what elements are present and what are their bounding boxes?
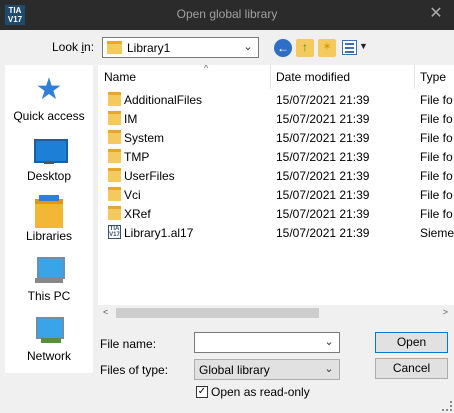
- new-folder-icon[interactable]: ✶: [318, 39, 336, 57]
- desktop-icon: [33, 135, 68, 165]
- star-icon: ★: [35, 73, 63, 106]
- horizontal-scrollbar[interactable]: < >: [98, 305, 454, 322]
- file-date: 15/07/2021 21:39: [276, 169, 370, 183]
- file-name: TMP: [124, 150, 150, 164]
- file-row[interactable]: IM 15/07/2021 21:39 File fo: [98, 109, 454, 128]
- file-list[interactable]: ^ Name Date modified Type AdditionalFile…: [98, 65, 454, 321]
- file-type: File fo: [420, 188, 453, 202]
- look-in-value: Library1: [127, 41, 171, 55]
- folder-icon: [107, 41, 122, 54]
- column-divider[interactable]: [414, 65, 415, 89]
- up-folder-icon[interactable]: ↑: [296, 39, 314, 57]
- open-button[interactable]: Open: [375, 332, 448, 353]
- title-bar: TIA V17 Open global library ✕: [0, 0, 454, 30]
- folder-icon: [108, 187, 121, 201]
- tia-library-file-icon: TIA V17: [108, 225, 121, 239]
- place-label: Desktop: [26, 169, 72, 183]
- file-row[interactable]: AdditionalFiles 15/07/2021 21:39 File fo: [98, 90, 454, 109]
- places-bar: ★ Quick access Desktop Libraries This PC…: [5, 65, 93, 373]
- scrollbar-thumb[interactable]: [116, 308, 319, 318]
- file-name-input[interactable]: ⌄: [194, 332, 340, 353]
- cancel-button[interactable]: Cancel: [375, 358, 448, 379]
- window-title: Open global library: [176, 7, 278, 21]
- file-type: File fo: [420, 93, 453, 107]
- file-name: Vci: [124, 188, 141, 202]
- folder-icon: [108, 168, 121, 182]
- file-type: File fo: [420, 112, 453, 126]
- place-label: Network: [26, 349, 71, 363]
- file-type: File fo: [420, 150, 453, 164]
- place-label: This PC: [27, 289, 71, 303]
- file-type: File fo: [420, 207, 453, 221]
- file-type-label: Files of type:: [100, 363, 169, 377]
- read-only-label[interactable]: Open as read-only: [211, 385, 310, 399]
- look-in-dropdown[interactable]: Library1 ⌄: [102, 37, 259, 58]
- file-type: File fo: [420, 131, 453, 145]
- resize-grip[interactable]: [442, 401, 452, 411]
- file-date: 15/07/2021 21:39: [276, 112, 370, 126]
- file-name: XRef: [124, 207, 151, 221]
- column-header-name[interactable]: Name: [104, 65, 274, 89]
- file-type-value: Global library: [199, 363, 270, 377]
- close-icon[interactable]: ✕: [426, 4, 446, 24]
- network-icon: [33, 315, 65, 345]
- folder-icon: [108, 111, 121, 125]
- folder-icon: [108, 92, 121, 106]
- file-date: 15/07/2021 21:39: [276, 93, 370, 107]
- file-date: 15/07/2021 21:39: [276, 150, 370, 164]
- file-date: 15/07/2021 21:39: [276, 207, 370, 221]
- place-label: Quick access: [13, 109, 85, 123]
- back-arrow-icon[interactable]: ←: [274, 39, 292, 57]
- file-type-dropdown[interactable]: Global library ⌄: [194, 359, 340, 380]
- file-name: UserFiles: [124, 169, 175, 183]
- libraries-icon: [33, 195, 65, 228]
- file-row[interactable]: TMP 15/07/2021 21:39 File fo: [98, 147, 454, 166]
- chevron-down-icon: ⌄: [324, 363, 334, 375]
- place-network[interactable]: Network: [5, 315, 93, 363]
- column-divider[interactable]: [270, 65, 271, 89]
- open-library-dialog: TIA V17 Open global library ✕ Look in: Li…: [0, 0, 454, 413]
- file-row[interactable]: XRef 15/07/2021 21:39 File fo: [98, 204, 454, 223]
- column-header-date[interactable]: Date modified: [276, 65, 416, 89]
- folder-icon: [108, 149, 121, 163]
- view-menu-icon[interactable]: ▼: [342, 39, 368, 57]
- file-name: System: [124, 131, 165, 145]
- computer-icon: [33, 255, 65, 285]
- chevron-down-icon: ⌄: [243, 41, 253, 53]
- chevron-down-icon: ▼: [359, 41, 368, 51]
- file-type: Siemen: [420, 226, 454, 240]
- file-name-label: File name:: [100, 337, 157, 351]
- file-row[interactable]: UserFiles 15/07/2021 21:39 File fo: [98, 166, 454, 185]
- look-in-label: Look in:: [52, 40, 95, 54]
- file-name: AdditionalFiles: [124, 93, 203, 107]
- file-type: File fo: [420, 169, 453, 183]
- place-quick-access[interactable]: ★ Quick access: [5, 73, 93, 124]
- place-libraries[interactable]: Libraries: [5, 195, 93, 243]
- file-date: 15/07/2021 21:39: [276, 226, 370, 240]
- view-grid-icon: [342, 40, 357, 55]
- file-row[interactable]: System 15/07/2021 21:39 File fo: [98, 128, 454, 147]
- file-name: IM: [124, 112, 138, 126]
- chevron-down-icon[interactable]: ⌄: [322, 335, 336, 349]
- scroll-right-icon[interactable]: >: [443, 307, 448, 317]
- folder-icon: [108, 130, 121, 144]
- column-header-type[interactable]: Type: [420, 65, 454, 89]
- place-label: Libraries: [25, 229, 73, 243]
- place-desktop[interactable]: Desktop: [5, 135, 93, 183]
- file-name: Library1.al17: [124, 226, 194, 240]
- file-row[interactable]: TIA V17 Library1.al17 15/07/2021 21:39 Si…: [98, 223, 454, 242]
- file-date: 15/07/2021 21:39: [276, 131, 370, 145]
- place-this-pc[interactable]: This PC: [5, 255, 93, 303]
- file-row[interactable]: Vci 15/07/2021 21:39 File fo: [98, 185, 454, 204]
- file-date: 15/07/2021 21:39: [276, 188, 370, 202]
- folder-icon: [108, 206, 121, 220]
- read-only-checkbox[interactable]: ✓: [196, 386, 208, 398]
- scroll-left-icon[interactable]: <: [103, 307, 108, 317]
